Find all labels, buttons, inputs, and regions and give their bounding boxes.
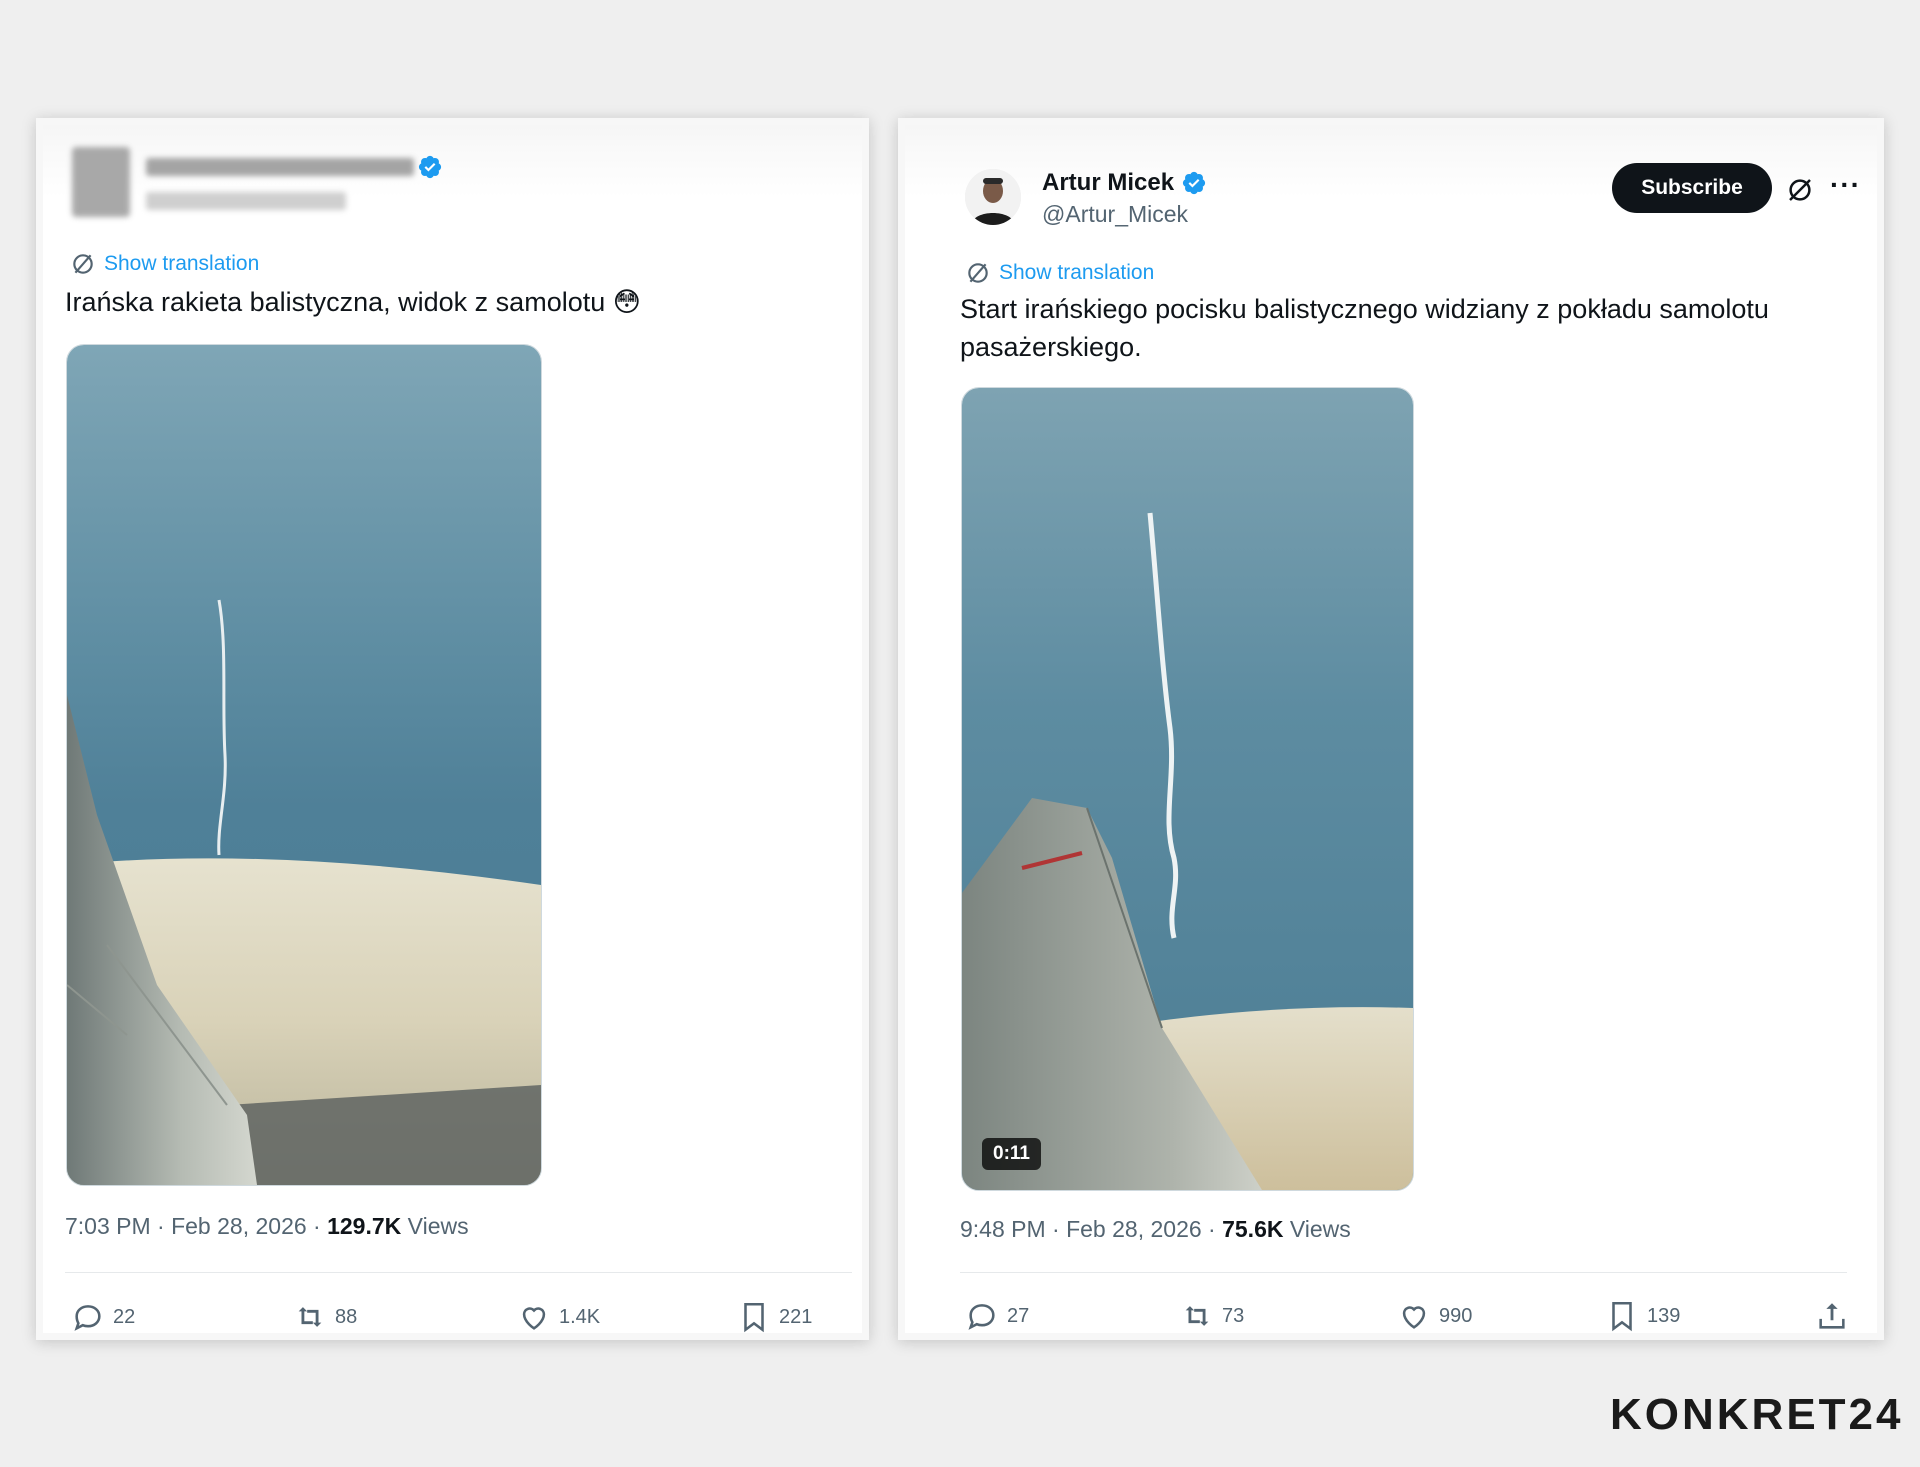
author-handle[interactable]: @Artur_Micek xyxy=(1042,201,1188,228)
verified-badge-icon xyxy=(418,155,442,179)
divider xyxy=(65,1272,852,1273)
show-translation-link[interactable]: Show translation xyxy=(70,251,259,277)
more-options-button[interactable]: ··· xyxy=(1830,169,1861,201)
tweet-text-line-1: Start irańskiego pocisku balistycznego w… xyxy=(960,294,1769,324)
bookmark-button[interactable]: 221 xyxy=(737,1300,813,1333)
verified-badge-icon xyxy=(1182,171,1206,195)
tweet-text-line-2: pasażerskiego. xyxy=(960,332,1142,362)
like-count: 990 xyxy=(1439,1304,1473,1327)
author-name[interactable]: Artur Micek xyxy=(1042,169,1174,197)
repost-count: 73 xyxy=(1222,1304,1245,1327)
bookmark-count: 221 xyxy=(779,1305,813,1328)
views-count: 75.6K xyxy=(1222,1216,1284,1242)
views-label: Views xyxy=(401,1213,469,1239)
author-name-blurred xyxy=(146,158,414,176)
reply-icon xyxy=(968,1304,995,1330)
translate-icon xyxy=(73,254,93,274)
bookmark-icon xyxy=(744,1302,764,1333)
show-translation-label: Show translation xyxy=(999,261,1155,284)
tweet-video[interactable]: 0:11 xyxy=(961,387,1414,1191)
video-duration-badge: 0:11 xyxy=(982,1138,1041,1170)
avatar-blurred[interactable] xyxy=(72,147,130,217)
like-button[interactable]: 990 xyxy=(1397,1299,1472,1333)
repost-button[interactable]: 73 xyxy=(1180,1299,1244,1333)
avatar[interactable] xyxy=(965,169,1021,225)
reply-icon xyxy=(74,1305,101,1331)
like-icon xyxy=(1402,1306,1426,1329)
tweet-card-2[interactable]: Artur Micek @Artur_Micek Subscribe ··· S… xyxy=(898,118,1884,1340)
share-icon xyxy=(1819,1303,1845,1329)
repost-icon xyxy=(298,1307,322,1327)
show-translation-link[interactable]: Show translation xyxy=(965,260,1154,286)
like-icon xyxy=(522,1307,546,1330)
bookmark-icon xyxy=(1612,1301,1632,1332)
share-button[interactable] xyxy=(1815,1299,1849,1333)
bookmark-count: 139 xyxy=(1647,1304,1681,1327)
like-button[interactable]: 1.4K xyxy=(517,1300,601,1333)
translate-icon xyxy=(968,263,988,283)
reply-count: 27 xyxy=(1007,1304,1030,1327)
grok-icon[interactable] xyxy=(1785,175,1815,205)
tweet-timestamp-views: 7:03 PM · Feb 28, 2026 · 129.7K Views xyxy=(65,1213,469,1240)
tweet-timestamp[interactable]: 9:48 PM · Feb 28, 2026 · xyxy=(960,1216,1222,1242)
bookmark-button[interactable]: 139 xyxy=(1605,1299,1680,1333)
repost-icon xyxy=(1185,1306,1209,1326)
tweet-text: Start irańskiego pocisku balistycznego w… xyxy=(960,290,1860,366)
video-frame-missile-from-plane xyxy=(962,388,1413,1190)
tweet-timestamp-views: 9:48 PM · Feb 28, 2026 · 75.6K Views xyxy=(960,1216,1351,1243)
tweet-text: Irańska rakieta balistyczna, widok z sam… xyxy=(65,287,641,317)
divider xyxy=(960,1272,1847,1273)
reply-count: 22 xyxy=(113,1305,136,1328)
reply-button[interactable]: 22 xyxy=(71,1300,136,1333)
avatar-person-image xyxy=(965,169,1021,225)
show-translation-label: Show translation xyxy=(104,252,260,275)
like-count: 1.4K xyxy=(559,1305,601,1328)
views-count: 129.7K xyxy=(327,1213,402,1239)
views-label: Views xyxy=(1283,1216,1351,1242)
tweet-video[interactable] xyxy=(66,344,542,1186)
konkret24-logo: KONKRET24 xyxy=(1610,1390,1904,1439)
author-handle-blurred xyxy=(146,192,346,210)
tweet-card-1[interactable]: Show translation Irańska rakieta balisty… xyxy=(36,118,869,1340)
subscribe-button[interactable]: Subscribe xyxy=(1612,163,1772,213)
tweet-timestamp[interactable]: 7:03 PM · Feb 28, 2026 · xyxy=(65,1213,327,1239)
video-frame-missile-from-plane xyxy=(67,345,541,1185)
reply-button[interactable]: 27 xyxy=(965,1299,1029,1333)
repost-button[interactable]: 88 xyxy=(293,1300,358,1333)
repost-count: 88 xyxy=(335,1305,358,1328)
